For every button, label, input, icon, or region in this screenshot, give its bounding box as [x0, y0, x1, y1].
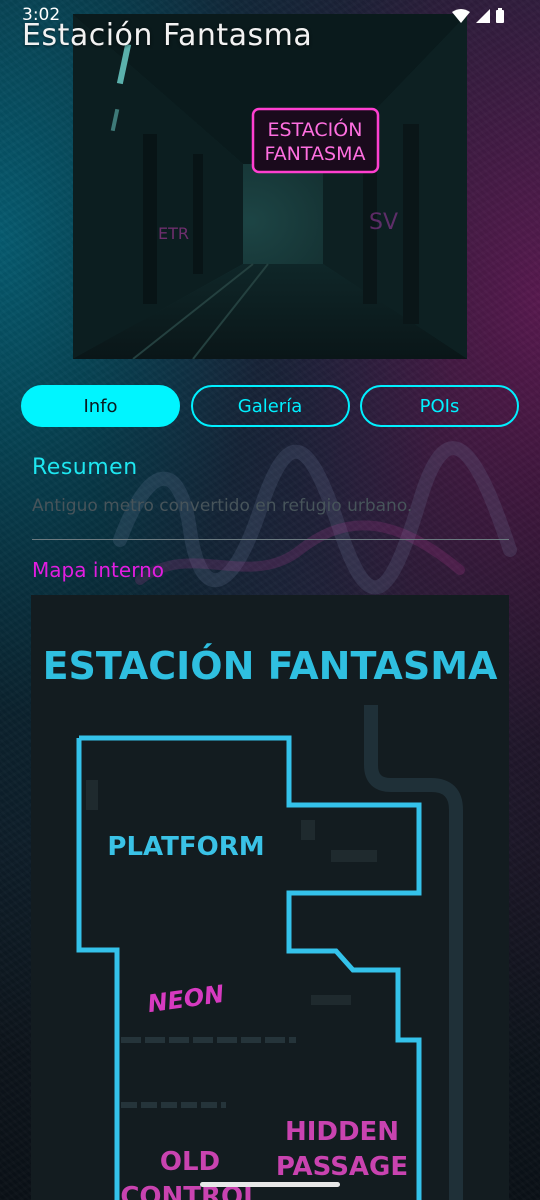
- tab-bar: Info Galería POIs: [21, 385, 519, 427]
- map-label-hidden-line2: PASSAGE: [276, 1152, 408, 1182]
- status-bar: 3:02: [0, 0, 540, 30]
- app-screen: 3:02 ETR SV ESTACIÓN FANTASMA Estación F…: [0, 0, 540, 1200]
- neon-sign-line2: FANTASMA: [265, 143, 366, 165]
- map-title: ESTACIÓN FANTASMA: [43, 644, 498, 688]
- map-label-old-line1: OLD: [160, 1147, 220, 1177]
- status-time: 3:02: [22, 5, 61, 25]
- tab-pois[interactable]: POIs: [360, 385, 519, 427]
- subway-illustration: ETR SV ESTACIÓN FANTASMA: [73, 14, 467, 359]
- divider: [32, 539, 509, 540]
- status-icons: [452, 8, 504, 23]
- svg-text:SV: SV: [369, 210, 398, 235]
- internal-map[interactable]: ESTACIÓN FANTASMA PLATFORM NEON HIDDEN P…: [31, 595, 509, 1200]
- hero-image: ETR SV ESTACIÓN FANTASMA: [73, 14, 467, 359]
- tab-info[interactable]: Info: [21, 385, 180, 427]
- wifi-icon: [452, 9, 470, 23]
- svg-text:ETR: ETR: [158, 224, 189, 243]
- map-drawing: ESTACIÓN FANTASMA PLATFORM NEON HIDDEN P…: [31, 595, 509, 1200]
- map-label-hidden-line1: HIDDEN: [285, 1117, 399, 1147]
- map-label-platform: PLATFORM: [107, 832, 264, 862]
- summary-text: Antiguo metro convertido en refugio urba…: [32, 496, 413, 516]
- tab-galeria[interactable]: Galería: [190, 385, 350, 427]
- map-heading: Mapa interno: [32, 558, 164, 582]
- home-indicator[interactable]: [200, 1182, 340, 1187]
- battery-icon: [496, 8, 504, 23]
- background-graffiti: [113, 441, 517, 595]
- neon-sign-line1: ESTACIÓN: [268, 117, 363, 141]
- summary-heading: Resumen: [32, 455, 138, 480]
- signal-icon: [476, 9, 490, 23]
